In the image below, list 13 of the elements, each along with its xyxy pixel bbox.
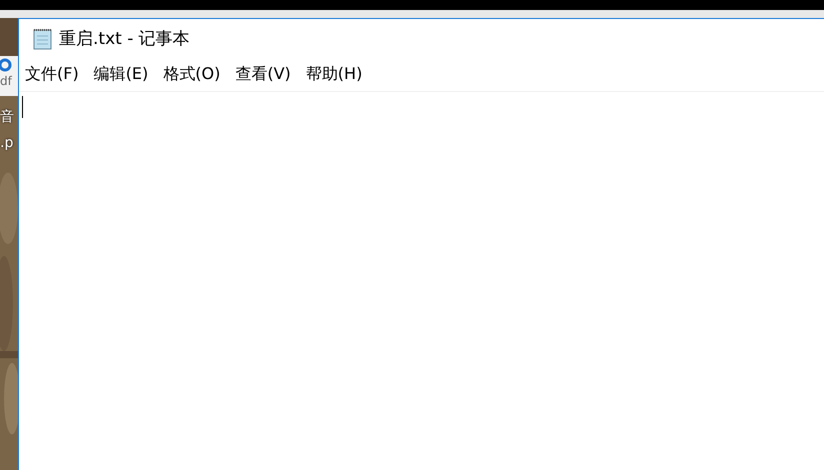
desktop-icon-label: .p [0,136,14,150]
desktop-icon-label: 音 [0,110,14,124]
file-type-label: df [0,75,12,87]
window-title: 重启.txt - 记事本 [59,28,190,50]
menu-item[interactable]: 编辑(E) [94,64,148,85]
notepad-icon [31,28,53,50]
menu-item[interactable]: 格式(O) [163,64,220,85]
menu-item[interactable]: 文件(F) [25,64,79,85]
menu-item[interactable]: 查看(V) [235,64,291,85]
pdf-file-icon[interactable]: df [0,56,18,96]
text-cursor [22,96,23,118]
menu-item[interactable]: 帮助(H) [306,64,362,85]
browser-icon [0,58,14,72]
